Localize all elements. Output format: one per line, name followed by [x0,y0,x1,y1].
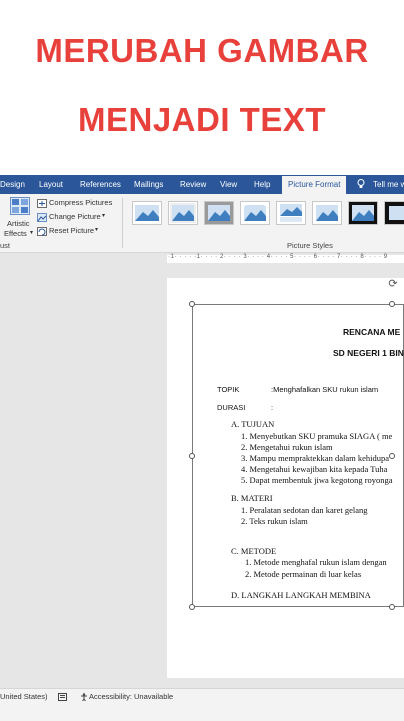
doc-list-item: 1. Menyebutkan SKU pramuka SIAGA ( me [241,431,393,441]
picture-style-reflected[interactable] [276,201,306,225]
ribbon-tab-bar: Design Layout References Mailings Review… [0,175,404,194]
tab-layout[interactable]: Layout [39,175,63,194]
compress-pictures-button[interactable]: Compress Pictures [37,198,117,209]
doc-topik-value: :Menghafalkan SKU rukun islam [271,385,379,394]
resize-handle-top-right[interactable] [389,301,395,307]
artistic-effects-label-2: Effects [4,229,27,238]
ruler-marks: ·1· · · · ·1· · · · 2· · · · 3· · · · 4·… [168,254,388,260]
title-line-1: MERUBAH GAMBAR [35,32,369,69]
tab-review[interactable]: Review [180,175,206,194]
tab-help[interactable]: Help [254,175,270,194]
doc-list-item: 4. Mengetahui kewajiban kita kepada Tuha [241,464,388,474]
compress-pictures-label: Compress Pictures [49,198,113,207]
chevron-down-icon: ▾ [95,227,99,233]
accessibility-status[interactable]: Accessibility: Unavailable [89,692,173,701]
rotate-handle-icon[interactable]: ⟳ [387,278,399,290]
macro-record-icon[interactable] [58,693,67,701]
doc-list-item: 1. Peralatan sedotan dan karet gelang [241,505,368,515]
title-line-2: MENJADI TEXT [77,101,327,138]
resize-handle-bottom-left[interactable] [189,604,195,610]
tab-mailings[interactable]: Mailings [134,175,163,194]
resize-handle-middle-left[interactable] [189,453,195,459]
doc-section-title: C. METODE [231,546,277,556]
picture-style-simple-frame[interactable] [132,201,162,225]
doc-list-item: 3. Mampu mempraktekkan dalam kehidupa [241,453,389,463]
reset-picture-label: Reset Picture [49,226,95,235]
artistic-effects-label-1: Artistic [7,219,30,228]
reset-picture-button[interactable]: Reset Picture ▾ [37,226,117,237]
tab-view[interactable]: View [220,175,237,194]
doc-list-item: 2. Teks rukun islam [241,516,308,526]
doc-topik-label: TOPIK [217,385,240,394]
lightbulb-icon [357,179,365,188]
doc-durasi-label: DURASI [217,403,246,412]
picture-style-beveled[interactable] [168,201,198,225]
tell-me-search[interactable]: Tell me w [373,175,404,194]
resize-handle-top-left[interactable] [189,301,195,307]
horizontal-ruler: ·1· · · · ·1· · · · 2· · · · 3· · · · 4·… [0,253,404,265]
compress-icon [37,199,47,208]
picture-style-thick-frame[interactable] [384,201,404,225]
picture-style-soft-edge[interactable] [240,201,270,225]
artistic-effects-button[interactable]: Artistic Effects ▾ [4,197,34,241]
resize-handle-bottom-right[interactable] [389,604,395,610]
picture-style-metal-frame[interactable] [204,201,234,225]
change-picture-label: Change Picture [49,212,101,221]
doc-list-item: 2. Metode permainan di luar kelas [245,569,362,579]
change-picture-button[interactable]: Change Picture ▾ [37,212,117,223]
doc-list-item: 2. Mengetahui rukun islam [241,442,333,452]
picture-styles-group-label: Picture Styles [287,241,333,250]
picture-style-black-frame[interactable] [348,201,378,225]
ribbon-panel: Artistic Effects ▾ Compress Pictures Cha… [0,194,404,253]
doc-heading-2: SD NEGERI 1 BIN [333,348,404,358]
accessibility-icon[interactable] [80,693,88,701]
resize-handle-middle-right[interactable] [389,453,395,459]
reset-picture-icon [37,227,47,236]
doc-heading-1: RENCANA ME [343,327,401,337]
status-bar: United States) Accessibility: Unavailabl… [0,688,404,721]
doc-section-title: D. LANGKAH LANGKAH MEMBINA [231,590,371,600]
video-title-overlay: MERUBAH GAMBAR MENJADI TEXT [0,0,404,175]
change-picture-icon [37,213,47,222]
doc-section-title: A. TUJUAN [231,419,275,429]
ribbon-separator [122,198,123,248]
picture-style-shadow[interactable] [312,201,342,225]
language-status[interactable]: United States) [0,692,48,701]
tab-references[interactable]: References [80,175,121,194]
adjust-group-label: ust [0,241,11,250]
doc-section-title: B. MATERI [231,493,273,503]
doc-durasi-value: : [271,403,274,412]
chevron-down-icon: ▾ [102,213,106,219]
tab-design[interactable]: Design [0,175,25,194]
doc-list-item: 5. Dapat membentuk jiwa kegotong royonga [241,475,393,485]
artistic-effects-icon [10,197,30,215]
tab-picture-format[interactable]: Picture Format [282,176,347,194]
chevron-down-icon: ▾ [30,230,34,236]
doc-list-item: 1. Metode menghafal rukun islam dengan [245,557,387,567]
